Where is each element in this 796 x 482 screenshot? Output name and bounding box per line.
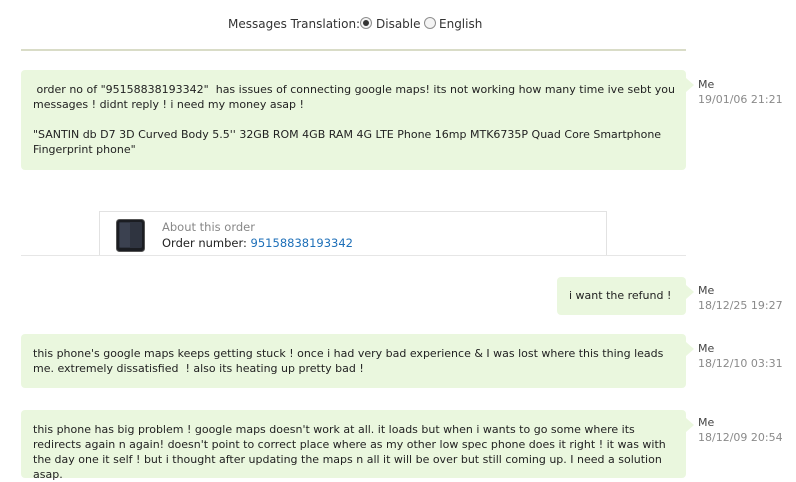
order-heading: About this order [162, 220, 255, 234]
message-timestamp: 19/01/06 21:21 [698, 93, 783, 106]
order-divider [21, 255, 686, 256]
translation-label: Messages Translation: [228, 17, 361, 31]
english-radio[interactable] [424, 17, 436, 29]
english-option-label[interactable]: English [439, 17, 482, 31]
message-sender: Me [698, 284, 715, 297]
message-bubble: i want the refund ! [557, 277, 694, 315]
translation-setting: Messages Translation: Disable English [0, 15, 796, 35]
message-timestamp: 18/12/25 19:27 [698, 299, 783, 312]
message-sender: Me [698, 416, 715, 429]
disable-radio[interactable] [360, 17, 372, 29]
phone-icon [116, 219, 145, 252]
message-meta: Me 18/12/09 20:54 [698, 415, 783, 445]
message-text: order no of "95158838193342" has issues … [33, 83, 675, 156]
message-meta: Me 18/12/25 19:27 [698, 283, 783, 313]
order-number: Order number: 95158838193342 [162, 236, 353, 250]
message-timestamp: 18/12/09 20:54 [698, 431, 783, 444]
message-timestamp: 18/12/10 03:31 [698, 357, 783, 370]
order-number-label: Order number: [162, 236, 251, 250]
message-bubble: this phone has big problem ! google maps… [21, 410, 694, 481]
message-text: this phone's google maps keeps getting s… [33, 347, 667, 375]
message-bubble: this phone's google maps keeps getting s… [21, 334, 694, 388]
disable-option-label[interactable]: Disable [376, 17, 421, 31]
message-meta: Me 19/01/06 21:21 [698, 77, 783, 107]
message-text: i want the refund ! [569, 289, 672, 302]
message-sender: Me [698, 342, 715, 355]
message-meta: Me 18/12/10 03:31 [698, 341, 783, 371]
message-bubble: order no of "95158838193342" has issues … [21, 70, 694, 170]
message-text: this phone has big problem ! google maps… [33, 423, 670, 481]
message-sender: Me [698, 78, 715, 91]
order-card: About this order Order number: 951588381… [99, 211, 607, 256]
order-number-link[interactable]: 95158838193342 [251, 236, 353, 250]
header-divider [21, 49, 686, 51]
